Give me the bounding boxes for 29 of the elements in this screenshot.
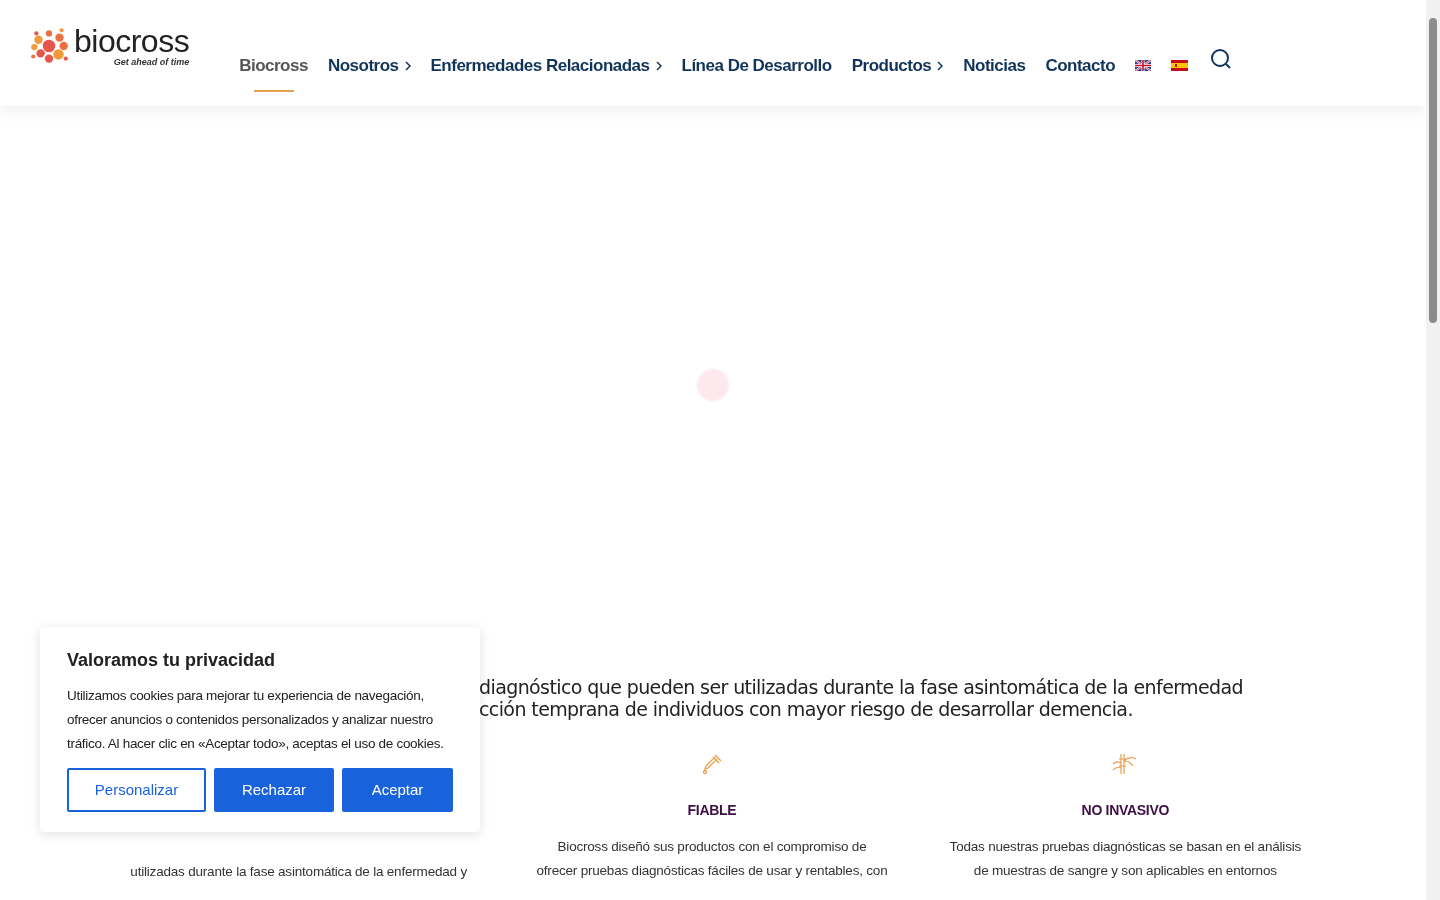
nav-link[interactable]: Productos	[851, 54, 944, 92]
reject-button[interactable]: Rechazar	[214, 768, 334, 812]
feature-text-line: utilizadas durante la fase asintomática de la enfermedad y	[130, 863, 467, 881]
intro-text-line: diagnóstico que pueden ser utilizadas durante la fase asintomática de la enfermedad	[479, 676, 1244, 698]
cookie-title: Valoramos tu privacidad	[67, 649, 276, 672]
customize-button[interactable]: Personalizar	[67, 768, 206, 812]
spain-flag-icon[interactable]	[1171, 60, 1189, 71]
nav-link[interactable]: Línea De Desarrollo	[681, 54, 832, 92]
feature-title: NO INVASIVO	[1081, 801, 1170, 820]
feature-title: FIABLE	[687, 801, 737, 820]
nav-link[interactable]: Nosotros	[327, 54, 411, 92]
nav-link[interactable]: Biocross	[239, 54, 308, 92]
search-icon[interactable]	[1210, 48, 1233, 70]
cookie-text: Utilizamos cookies para mejorar tu experiencia de navegación, ofrecer anuncios o contenidos personalizados y analizar nuestro tráfico. Al hacer clic en «Aceptar todo», aceptas el uso de cookies.	[67, 687, 445, 753]
scrollbar[interactable]	[1426, 0, 1440, 900]
scrollbar-thumb[interactable]	[1429, 18, 1437, 323]
feature-text-line: Todas nuestras pruebas diagnósticas se basan en el análisis	[949, 838, 1302, 856]
nav-link[interactable]: Noticias	[963, 54, 1026, 92]
feature-text-line: ofrecer pruebas diagnósticas fáciles de usar y rentables, con	[536, 862, 888, 880]
logo-wordmark[interactable]: biocross	[74, 24, 190, 58]
feature-text-line: Biocross diseñó sus productos con el compromiso de	[557, 838, 867, 856]
uk-flag-icon[interactable]	[1135, 60, 1152, 71]
intro-text-line: cción temprana de individuos con mayor riesgo de desarrollar demencia.	[479, 698, 1133, 720]
logo-tagline: Get ahead of time	[113, 58, 190, 67]
nav-link[interactable]: Contacto	[1045, 54, 1116, 92]
dropper-icon	[701, 753, 723, 775]
feature-text-line: de muestras de sangre y son aplicables en entornos	[973, 862, 1277, 880]
accept-button[interactable]: Aceptar	[342, 768, 453, 812]
nav-link[interactable]: Enfermedades Relacionadas	[430, 54, 662, 92]
